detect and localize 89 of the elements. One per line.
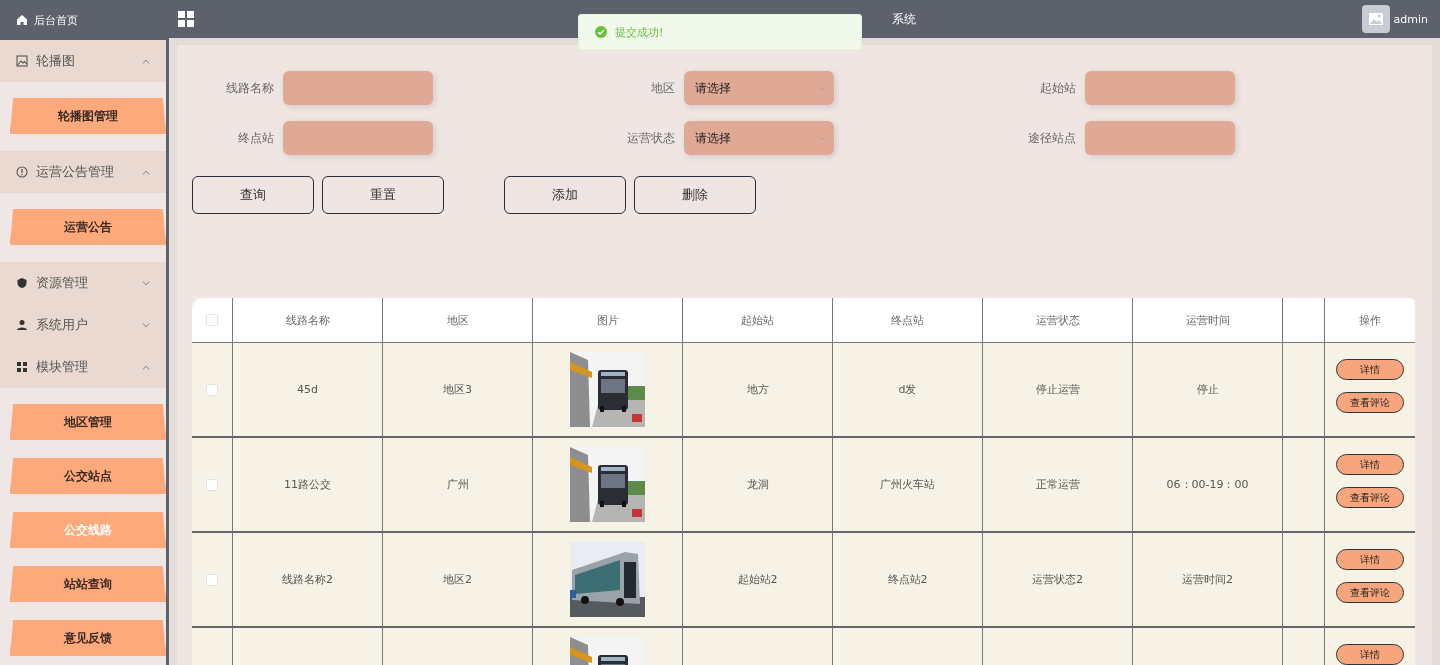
user-name: admin (1393, 12, 1428, 26)
table-cell: 11路公交 (233, 438, 383, 533)
app-title: 系统 (892, 10, 916, 28)
home-menu-item[interactable]: 后台首页 (0, 0, 166, 40)
row-checkbox[interactable] (206, 573, 218, 586)
row-checkbox[interactable] (206, 383, 218, 396)
submenu-item[interactable]: 意见反馈 (10, 620, 166, 656)
table-cell: 运营状态2 (983, 533, 1133, 628)
sidebar-group[interactable]: 系统用户 (0, 304, 166, 346)
row-action-button[interactable]: 详情 (1336, 549, 1404, 570)
chevron-up-icon (142, 364, 150, 370)
table-cell: 起始站2 (683, 533, 833, 628)
select-all-checkbox[interactable] (206, 314, 218, 326)
column-header: 操作 (1325, 298, 1415, 343)
sidebar-group[interactable]: 运营公告管理 (0, 151, 166, 193)
check-circle-icon (595, 26, 607, 38)
column-header: 终点站 (833, 298, 983, 343)
submenu-item[interactable]: 地区管理 (10, 404, 166, 440)
table-cell: 龙洞 (683, 438, 833, 533)
group-label: 运营公告管理 (36, 163, 115, 181)
field-label: 途径站点 (1027, 129, 1076, 147)
table-cell: d发 (833, 343, 983, 438)
row-action-button[interactable]: 详情 (1336, 644, 1404, 665)
column-header: 起始站 (683, 298, 833, 343)
table-cell: 广州 (383, 438, 533, 533)
sidebar-group[interactable]: 轮播图 (0, 40, 166, 82)
home-label: 后台首页 (34, 12, 78, 28)
chevron-up-icon (142, 58, 150, 64)
action-button[interactable]: 添加 (504, 176, 626, 214)
column-header: 运营状态 (983, 298, 1133, 343)
field-label: 地区 (650, 79, 675, 97)
column-header: 地区 (383, 298, 533, 343)
home-icon (16, 14, 28, 26)
table-cell: 运营时间2 (1133, 533, 1283, 628)
table-cell: 停止运营 (983, 343, 1133, 438)
row-action-button[interactable]: 详情 (1336, 359, 1404, 380)
field-label: 运营状态 (626, 129, 675, 147)
table-cell: 地区3 (383, 343, 533, 438)
column-header: 线路名称 (233, 298, 383, 343)
table-cell: 地方 (683, 343, 833, 438)
column-header: 图片 (533, 298, 683, 343)
column-header: 运营时间 (1133, 298, 1283, 343)
sidebar-group[interactable]: 模块管理 (0, 346, 166, 388)
field-label: 线路名称 (225, 79, 274, 97)
row-action-button[interactable]: 查看评论 (1336, 487, 1404, 508)
group-label: 轮播图 (36, 52, 76, 70)
input-field[interactable] (1085, 121, 1235, 155)
image-icon (16, 55, 28, 67)
grid-icon (16, 361, 28, 373)
row-action-button[interactable]: 查看评论 (1336, 392, 1404, 413)
table-cell: 停止 (1133, 343, 1283, 438)
avatar-image-icon[interactable] (1361, 5, 1390, 33)
table-cell: 地区2 (383, 533, 533, 628)
chevron-down-icon (142, 280, 150, 286)
info-icon (16, 166, 28, 178)
action-button[interactable]: 查询 (192, 176, 314, 214)
group-label: 系统用户 (36, 316, 89, 334)
row-action-button[interactable]: 详情 (1336, 454, 1404, 475)
chevron-down-icon (142, 322, 150, 328)
sidebar-group[interactable]: 资源管理 (0, 262, 166, 304)
table-cell: 线路名称2 (233, 533, 383, 628)
toast-message: 提交成功! (615, 24, 664, 40)
submenu-item[interactable]: 站站查询 (10, 566, 166, 602)
row-action-button[interactable]: 查看评论 (1336, 582, 1404, 603)
group-label: 资源管理 (36, 274, 89, 292)
column-header (1283, 298, 1325, 343)
input-field[interactable] (283, 121, 433, 155)
table-cell: 正常运营 (983, 438, 1133, 533)
submenu-item[interactable]: 运营公告 (10, 209, 166, 245)
table-cell: 06：00-19：00 (1133, 438, 1283, 533)
menu-icon[interactable] (178, 11, 194, 27)
table-cell: 广州火车站 (833, 438, 983, 533)
field-label: 起始站 (1039, 79, 1076, 97)
table-cell: 终点站2 (833, 533, 983, 628)
user-icon (16, 319, 28, 331)
select-field[interactable]: 请选择 (684, 121, 834, 155)
input-field[interactable] (283, 71, 433, 105)
action-button[interactable]: 重置 (322, 176, 444, 214)
submenu-item[interactable]: 公交站点 (10, 458, 166, 494)
input-field[interactable] (1085, 71, 1235, 105)
table-cell: 45d (233, 343, 383, 438)
select-field[interactable]: 请选择 (684, 71, 834, 105)
chevron-up-icon (142, 169, 150, 175)
field-label: 终点站 (237, 129, 274, 147)
submenu-item[interactable]: 轮播图管理 (10, 98, 166, 134)
row-checkbox[interactable] (206, 478, 218, 491)
group-label: 模块管理 (36, 358, 89, 376)
action-button[interactable]: 删除 (634, 176, 756, 214)
shield-icon (16, 277, 28, 289)
